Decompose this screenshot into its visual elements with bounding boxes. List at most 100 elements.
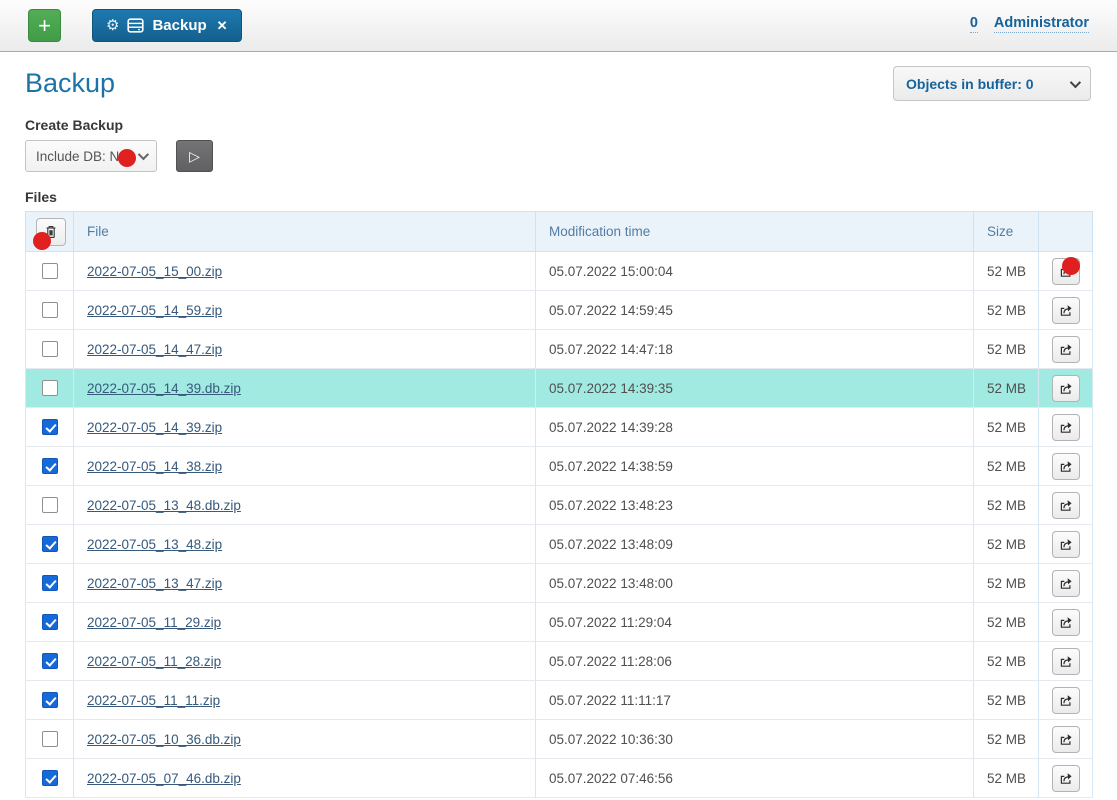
file-link[interactable]: 2022-07-05_10_36.db.zip [87, 732, 241, 747]
modification-time: 05.07.2022 13:48:23 [549, 498, 673, 513]
column-header-mtime: Modification time [536, 212, 974, 252]
download-icon [1058, 614, 1074, 630]
top-bar: + ⚙︎ Backup ✕ 0 Administrator [0, 0, 1117, 52]
file-size: 52 MB [987, 303, 1026, 318]
row-checkbox[interactable] [42, 614, 58, 630]
row-checkbox[interactable] [42, 302, 58, 318]
download-button[interactable] [1052, 414, 1080, 441]
download-icon [1058, 302, 1074, 318]
row-checkbox[interactable] [42, 731, 58, 747]
files-heading: Files [25, 189, 1117, 206]
file-link[interactable]: 2022-07-05_11_29.zip [87, 615, 221, 630]
download-icon [1058, 458, 1074, 474]
plus-icon: + [38, 13, 51, 38]
close-icon[interactable]: ✕ [217, 18, 228, 34]
annotation-dot [118, 149, 136, 167]
download-button[interactable] [1052, 453, 1080, 480]
file-size: 52 MB [987, 420, 1026, 435]
row-checkbox[interactable] [42, 341, 58, 357]
row-checkbox[interactable] [42, 263, 58, 279]
table-row: 2022-07-05_07_46.db.zip 05.07.2022 07:46… [26, 759, 1093, 798]
download-button[interactable] [1052, 375, 1080, 402]
row-checkbox[interactable] [42, 653, 58, 669]
row-checkbox[interactable] [42, 380, 58, 396]
download-icon [1058, 341, 1074, 357]
file-size: 52 MB [987, 732, 1026, 747]
download-button[interactable] [1052, 336, 1080, 363]
files-table: File Modification time Size 2022-07-05_1… [25, 211, 1093, 798]
row-checkbox[interactable] [42, 419, 58, 435]
chevron-down-icon [1070, 76, 1081, 87]
table-row: 2022-07-05_13_48.zip 05.07.2022 13:48:09… [26, 525, 1093, 564]
download-button[interactable] [1052, 765, 1080, 792]
buffer-count-link[interactable]: 0 [970, 15, 978, 33]
column-header-actions [1039, 212, 1093, 252]
row-checkbox[interactable] [42, 536, 58, 552]
table-row: 2022-07-05_14_59.zip 05.07.2022 14:59:45… [26, 291, 1093, 330]
file-link[interactable]: 2022-07-05_14_38.zip [87, 459, 222, 474]
row-checkbox[interactable] [42, 770, 58, 786]
file-link[interactable]: 2022-07-05_07_46.db.zip [87, 771, 241, 786]
modification-time: 05.07.2022 14:47:18 [549, 342, 673, 357]
table-row: 2022-07-05_13_48.db.zip 05.07.2022 13:48… [26, 486, 1093, 525]
backup-disk-icon [127, 18, 144, 33]
file-link[interactable]: 2022-07-05_15_00.zip [87, 264, 222, 279]
row-checkbox[interactable] [42, 692, 58, 708]
file-link[interactable]: 2022-07-05_14_59.zip [87, 303, 222, 318]
download-icon [1058, 692, 1074, 708]
file-size: 52 MB [987, 498, 1026, 513]
administrator-link[interactable]: Administrator [994, 15, 1089, 33]
modification-time: 05.07.2022 07:46:56 [549, 771, 673, 786]
file-size: 52 MB [987, 537, 1026, 552]
annotation-dot [1062, 257, 1080, 275]
modification-time: 05.07.2022 10:36:30 [549, 732, 673, 747]
modification-time: 05.07.2022 14:38:59 [549, 459, 673, 474]
include-db-select[interactable]: Include DB: No [25, 140, 157, 172]
file-link[interactable]: 2022-07-05_14_39.db.zip [87, 381, 241, 396]
table-row: 2022-07-05_15_00.zip 05.07.2022 15:00:04… [26, 252, 1093, 291]
row-checkbox[interactable] [42, 575, 58, 591]
file-link[interactable]: 2022-07-05_13_47.zip [87, 576, 222, 591]
download-button[interactable] [1052, 687, 1080, 714]
download-button[interactable] [1052, 492, 1080, 519]
table-row: 2022-07-05_14_47.zip 05.07.2022 14:47:18… [26, 330, 1093, 369]
file-link[interactable]: 2022-07-05_14_47.zip [87, 342, 222, 357]
download-icon [1058, 653, 1074, 669]
table-row: 2022-07-05_11_28.zip 05.07.2022 11:28:06… [26, 642, 1093, 681]
table-row: 2022-07-05_14_39.zip 05.07.2022 14:39:28… [26, 408, 1093, 447]
tab-backup[interactable]: ⚙︎ Backup ✕ [92, 9, 242, 42]
download-button[interactable] [1052, 531, 1080, 558]
objects-in-buffer-dropdown[interactable]: Objects in buffer: 0 [893, 66, 1091, 101]
download-button[interactable] [1052, 726, 1080, 753]
backup-admin-page: + ⚙︎ Backup ✕ 0 Administrator Backup Obj… [0, 0, 1117, 800]
download-icon [1058, 770, 1074, 786]
download-button[interactable] [1052, 570, 1080, 597]
file-link[interactable]: 2022-07-05_13_48.db.zip [87, 498, 241, 513]
download-button[interactable] [1052, 297, 1080, 324]
column-header-file: File [74, 212, 536, 252]
modification-time: 05.07.2022 11:28:06 [549, 654, 672, 669]
user-links: 0 Administrator [970, 15, 1089, 33]
annotation-dot [33, 232, 51, 250]
download-icon [1058, 575, 1074, 591]
file-size: 52 MB [987, 381, 1026, 396]
row-checkbox[interactable] [42, 458, 58, 474]
download-button[interactable] [1052, 609, 1080, 636]
file-link[interactable]: 2022-07-05_11_11.zip [87, 693, 220, 708]
tab-label: Backup [152, 17, 206, 34]
table-row: 2022-07-05_13_47.zip 05.07.2022 13:48:00… [26, 564, 1093, 603]
file-link[interactable]: 2022-07-05_13_48.zip [87, 537, 222, 552]
file-link[interactable]: 2022-07-05_14_39.zip [87, 420, 222, 435]
file-link[interactable]: 2022-07-05_11_28.zip [87, 654, 221, 669]
row-checkbox[interactable] [42, 497, 58, 513]
run-backup-button[interactable]: ▷ [176, 140, 213, 172]
column-header-size: Size [974, 212, 1039, 252]
modification-time: 05.07.2022 14:39:28 [549, 420, 673, 435]
file-size: 52 MB [987, 654, 1026, 669]
modification-time: 05.07.2022 14:39:35 [549, 381, 673, 396]
download-icon [1058, 419, 1074, 435]
download-button[interactable] [1052, 648, 1080, 675]
add-tab-button[interactable]: + [28, 9, 61, 42]
gear-icon[interactable]: ⚙︎ [106, 18, 119, 33]
modification-time: 05.07.2022 11:11:17 [549, 693, 671, 708]
